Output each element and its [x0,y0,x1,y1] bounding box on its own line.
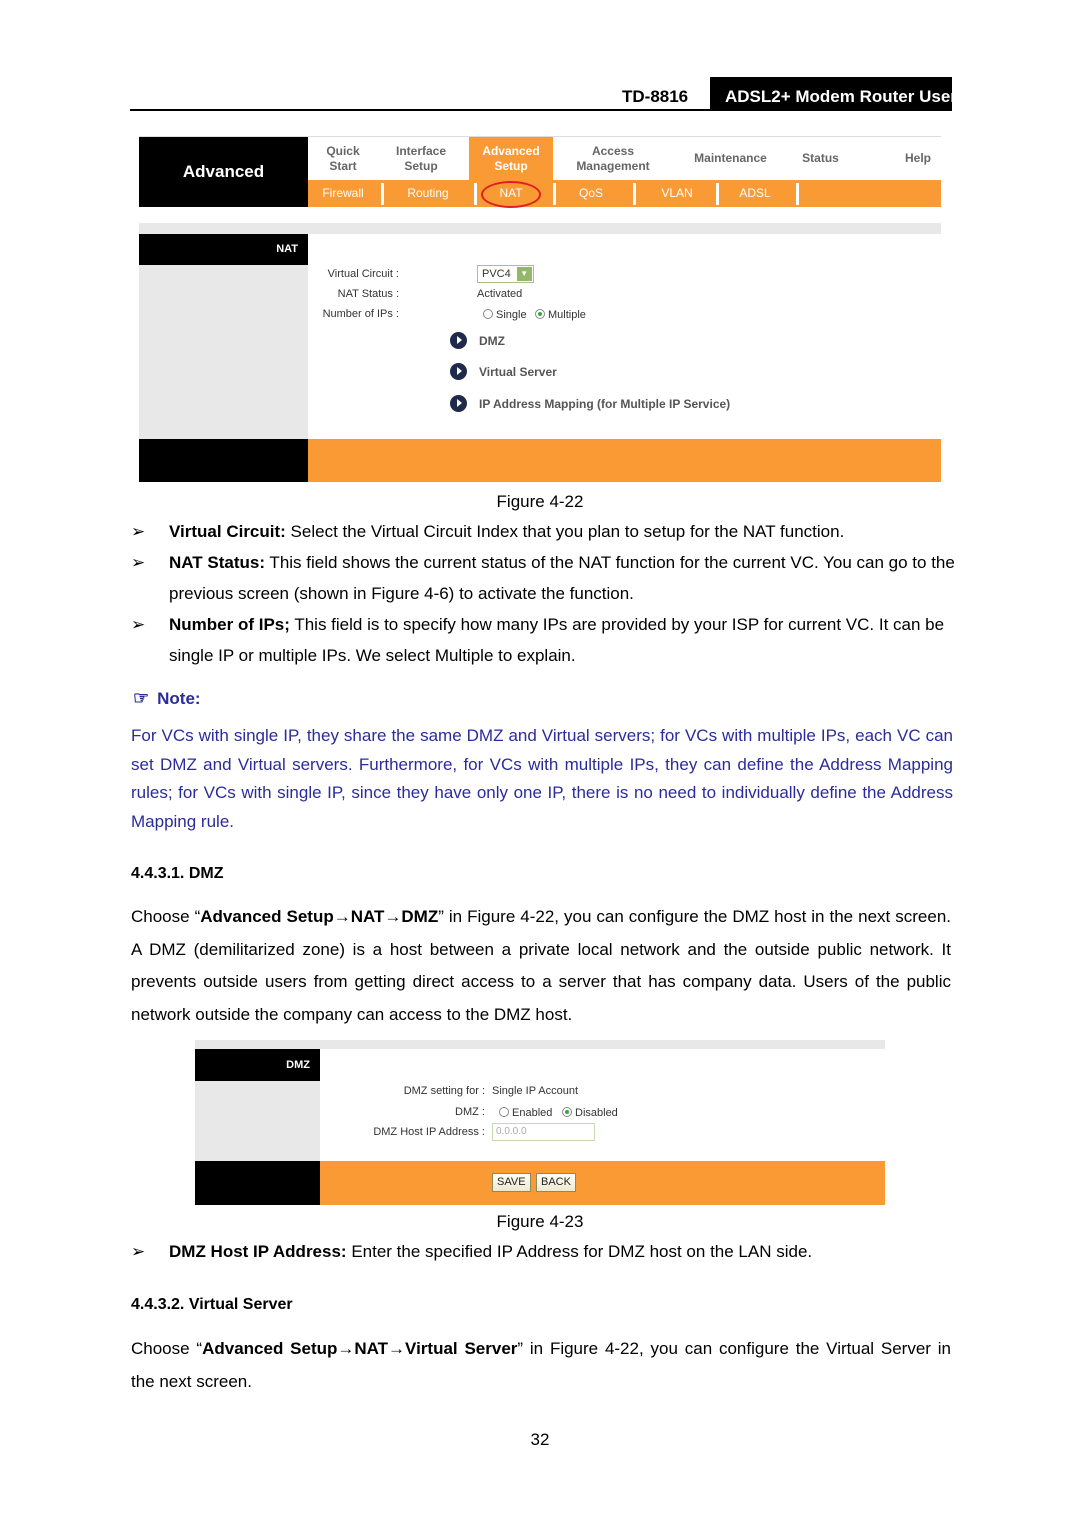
footer-bar [308,439,941,482]
menu-interface-setup[interactable]: Interface Setup [378,137,464,180]
spacer-bar [139,223,941,234]
menu-quick-start[interactable]: Quick Start [308,137,378,180]
dmz-setting-value: Single IP Account [492,1085,579,1097]
main-menu: Quick Start Interface Setup Advanced Setup … [308,137,941,180]
section-title-nat: NAT [139,234,308,265]
virtual-circuit-value: PVC4 [482,268,511,280]
number-of-ips-label: Number of IPs : [322,308,399,320]
save-button[interactable]: SAVE [492,1173,531,1192]
page-header: TD-8816 ADSL2+ Modem Router User Guide [130,77,1010,111]
arrow-circle-icon [450,363,467,380]
submenu-firewall[interactable]: Firewall [308,180,378,207]
submenu-separator [796,183,799,205]
pointing-hand-icon: ☞ [133,688,150,708]
virtual-server-paragraph: Choose “Advanced Setup→NAT→Virtual Serve… [131,1339,952,1391]
submenu-qos[interactable]: QoS [558,180,624,207]
dmz-setting-label: DMZ setting for : [403,1085,485,1097]
spacer-bar [195,1040,885,1049]
link-virtual-server[interactable]: Virtual Server [450,363,557,380]
bullet-arrow-icon: ➢ [131,522,146,541]
bullet-number-of-ips: Number of IPs; This field is to specify … [169,615,945,665]
submenu-separator [633,183,636,205]
link-dmz[interactable]: DMZ [450,332,505,349]
radio-icon [499,1107,509,1117]
dmz-host-ip-label: DMZ Host IP Address : [373,1126,485,1138]
radio-disabled[interactable]: Disabled [562,1107,618,1119]
radio-icon [483,309,493,319]
radio-enabled[interactable]: Enabled [499,1107,552,1119]
section-heading-dmz: 4.4.3.1. DMZ [131,865,224,882]
link-virtual-server-label: Virtual Server [479,365,557,379]
submenu-vlan[interactable]: VLAN [638,180,716,207]
bullet-virtual-circuit: Virtual Circuit: Select the Virtual Circ… [169,522,845,541]
dmz-host-ip-input[interactable]: 0.0.0.0 [492,1123,595,1141]
arrow-circle-icon [450,332,467,349]
footer-left [195,1161,320,1205]
radio-selected-icon [562,1107,572,1117]
link-ip-address-mapping[interactable]: IP Address Mapping (for Multiple IP Serv… [450,395,730,412]
submenu-separator [474,183,477,205]
footer-bar [320,1161,885,1205]
section-heading-virtual-server: 4.4.3.2. Virtual Server [131,1296,293,1313]
menu-status[interactable]: Status [788,137,853,180]
header-rule [130,109,952,111]
submenu-routing[interactable]: Routing [386,180,470,207]
model-name: TD-8816 [622,87,689,106]
virtual-circuit-label: Virtual Circuit : [327,268,399,280]
dmz-paragraph: Choose “Advanced Setup→NAT→DMZ” in Figur… [131,907,951,1024]
menu-access-management[interactable]: Access Management [558,137,668,180]
radio-multiple[interactable]: Multiple [535,309,586,321]
bullet-arrow-icon: ➢ [131,553,146,572]
virtual-circuit-select[interactable]: PVC4 ▼ [477,265,534,283]
back-button[interactable]: BACK [536,1173,576,1192]
figure-caption: Figure 4-23 [496,1212,584,1231]
figure-nat-screenshot: Advanced Quick Start Interface Setup Advan… [139,127,941,482]
arrow-circle-icon [450,395,467,412]
link-ip-mapping-label: IP Address Mapping (for Multiple IP Serv… [479,397,731,411]
bullet-dmz-host-ip: DMZ Host IP Address: Enter the specified… [169,1242,813,1261]
link-dmz-label: DMZ [479,334,505,348]
nat-highlight-circle [481,181,541,208]
figure-caption: Figure 4-22 [496,492,584,511]
submenu-separator [381,183,384,205]
dmz-label: DMZ : [455,1106,485,1118]
nat-status-value: Activated [477,288,523,300]
menu-maintenance[interactable]: Maintenance [673,137,788,180]
submenu-separator [553,183,556,205]
radio-single[interactable]: Single [483,309,527,321]
page-number: 32 [530,1430,550,1449]
guide-title: ADSL2+ Modem Router User Guide [710,77,1010,111]
bullet-nat-status: NAT Status: This field shows the current… [169,553,955,603]
submenu-separator [716,183,719,205]
note-heading: ☞ Note: [133,688,201,708]
brand-label: Advanced [139,137,308,207]
radio-enabled-label: Enabled [512,1107,553,1119]
note-body: For VCs with single IP, they share the s… [131,726,953,831]
radio-single-label: Single [496,309,527,321]
footer-left [139,439,308,482]
bullet-arrow-icon: ➢ [131,1242,146,1261]
figure-dmz-screenshot: DMZ DMZ setting for : Single IP Account … [195,1040,885,1205]
menu-advanced-setup[interactable]: Advanced Setup [469,137,553,180]
submenu-adsl[interactable]: ADSL [720,180,790,207]
radio-selected-icon [535,309,545,319]
sub-menu: Firewall Routing NAT QoS VLAN ADSL [308,180,941,207]
section-title-dmz: DMZ [195,1049,320,1081]
radio-multiple-label: Multiple [548,309,586,321]
bullet-arrow-icon: ➢ [131,615,146,634]
nat-status-label: NAT Status : [337,288,399,300]
chevron-down-icon: ▼ [516,267,532,281]
radio-disabled-label: Disabled [575,1107,618,1119]
menu-help[interactable]: Help [888,137,948,180]
